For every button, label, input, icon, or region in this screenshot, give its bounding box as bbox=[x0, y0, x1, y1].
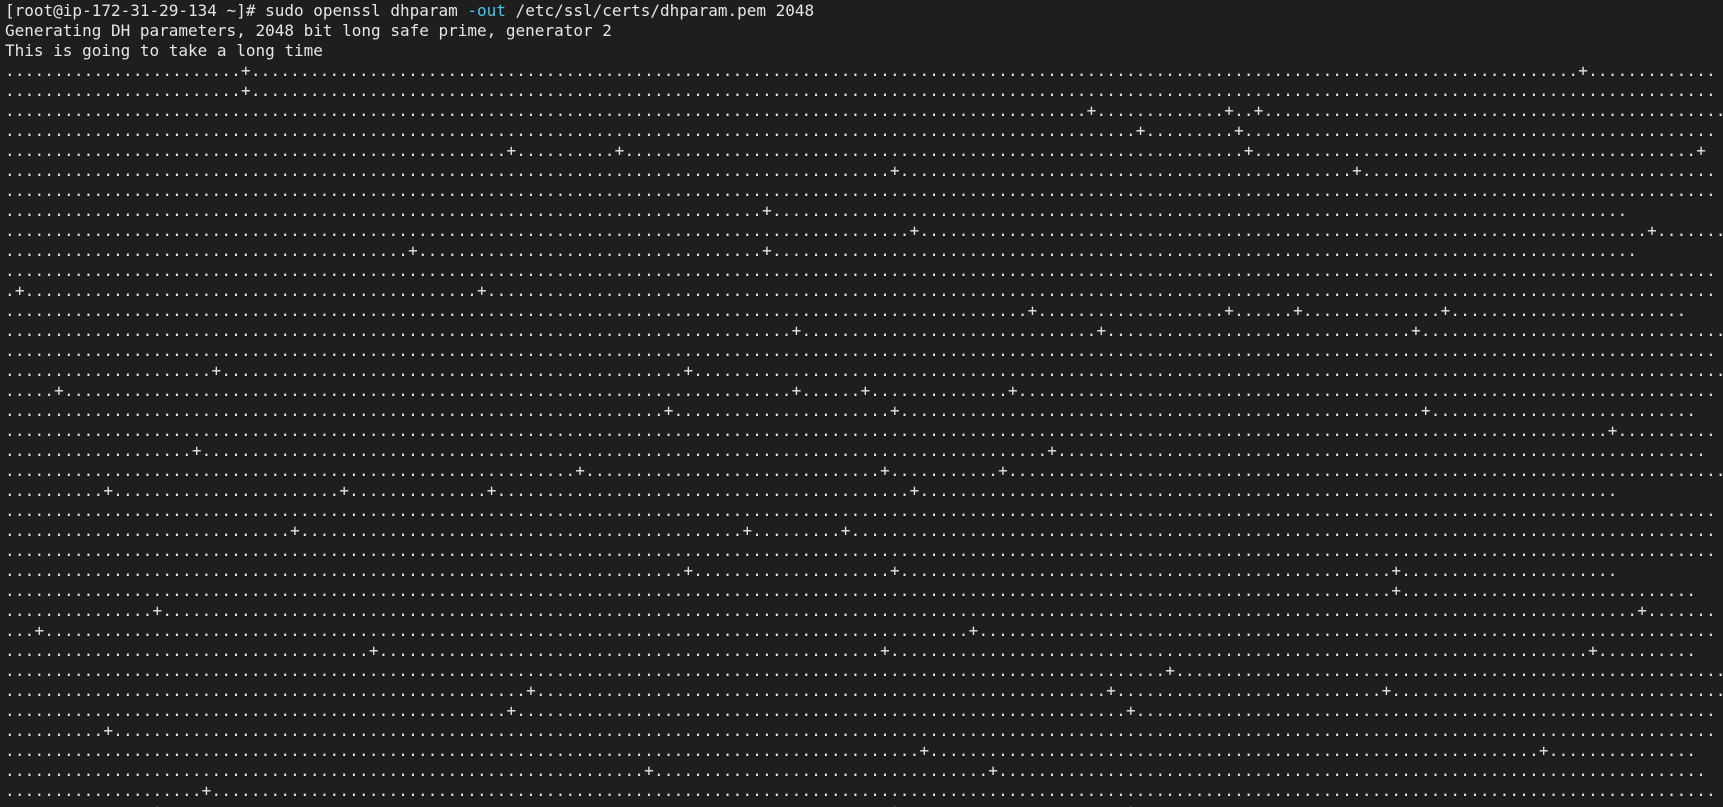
progress-line: ........................................… bbox=[5, 341, 1716, 360]
progress-line: ........................................… bbox=[5, 741, 1697, 760]
command-text: sudo openssl dhparam bbox=[265, 1, 468, 20]
progress-line: ........................................… bbox=[5, 121, 1716, 140]
progress-line: ........................................… bbox=[5, 401, 1697, 420]
terminal-window[interactable]: [root@ip-172-31-29-134 ~]# sudo openssl … bbox=[0, 0, 1723, 807]
progress-line: ........................................… bbox=[5, 701, 1716, 720]
progress-line: ..........+.......................+.....… bbox=[5, 481, 1618, 500]
progress-line: .............................+..........… bbox=[5, 521, 1716, 540]
progress-line: ........................................… bbox=[5, 581, 1697, 600]
progress-line: ....................+...................… bbox=[5, 781, 1716, 800]
progress-line: ........................................… bbox=[5, 501, 1716, 520]
progress-line: ........................................… bbox=[5, 761, 1707, 780]
progress-line: ........................................… bbox=[5, 101, 1723, 120]
progress-line: ........................................… bbox=[5, 221, 1723, 240]
progress-line: ...+....................................… bbox=[5, 621, 1716, 640]
progress-line: ........................................… bbox=[5, 141, 1707, 160]
progress-line: ........................................… bbox=[5, 561, 1618, 580]
progress-line: .....+..................................… bbox=[5, 381, 1716, 400]
progress-line: ........................................… bbox=[5, 681, 1723, 700]
progress-line: .....................+..................… bbox=[5, 361, 1723, 380]
progress-line: ........................................… bbox=[5, 461, 1723, 480]
progress-line: ...............+........................… bbox=[5, 601, 1716, 620]
output-line: This is going to take a long time bbox=[5, 41, 323, 60]
progress-line: ...............+........................… bbox=[5, 801, 1723, 807]
progress-line: ........................................… bbox=[5, 241, 1638, 260]
progress-line: ........................................… bbox=[5, 161, 1716, 180]
progress-line: ........................................… bbox=[5, 261, 1716, 280]
progress-line: ........................................… bbox=[5, 661, 1723, 680]
command-option: -out bbox=[467, 1, 506, 20]
progress-output: ........................+...............… bbox=[5, 61, 1723, 807]
progress-line: ........................................… bbox=[5, 201, 1628, 220]
command-line: [root@ip-172-31-29-134 ~]# sudo openssl … bbox=[5, 1, 1723, 21]
progress-line: ..........+.............................… bbox=[5, 721, 1716, 740]
progress-line: .....................................+..… bbox=[5, 641, 1697, 660]
terminal-screen: [root@ip-172-31-29-134 ~]# sudo openssl … bbox=[5, 1, 1723, 807]
progress-line: ........................................… bbox=[5, 301, 1687, 320]
progress-line: ........................................… bbox=[5, 181, 1716, 200]
progress-line: ........................+...............… bbox=[5, 81, 1716, 100]
progress-line: ........................................… bbox=[5, 421, 1716, 440]
command-args: /etc/ssl/certs/dhparam.pem 2048 bbox=[505, 1, 815, 20]
progress-line: ........................+...............… bbox=[5, 61, 1716, 80]
progress-line: .+......................................… bbox=[5, 281, 1716, 300]
progress-line: ........................................… bbox=[5, 321, 1723, 340]
shell-prompt: [root@ip-172-31-29-134 ~]# bbox=[5, 1, 266, 20]
output-line: Generating DH parameters, 2048 bit long … bbox=[5, 21, 612, 40]
progress-line: ........................................… bbox=[5, 541, 1716, 560]
progress-line: ...................+....................… bbox=[5, 441, 1707, 460]
